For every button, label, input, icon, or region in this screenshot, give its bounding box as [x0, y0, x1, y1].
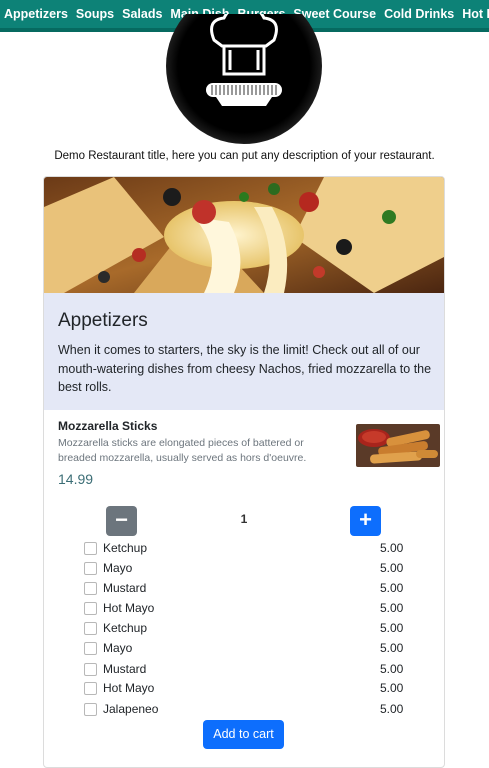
extra-price: 5.00: [380, 601, 404, 615]
item-name: Mozzarella Sticks: [58, 419, 158, 433]
extra-checkbox[interactable]: [84, 663, 97, 676]
extra-label: Mayo: [103, 641, 133, 655]
extra-checkbox[interactable]: [84, 642, 97, 655]
extra-price: 5.00: [380, 662, 404, 676]
extra-label: Mayo: [103, 561, 133, 575]
extra-checkbox[interactable]: [84, 582, 97, 595]
extra-label: Mustard: [103, 662, 147, 676]
decrease-quantity-button[interactable]: −: [106, 506, 137, 536]
item-image: [356, 424, 440, 467]
category-header: Appetizers When it comes to starters, th…: [44, 293, 444, 410]
extra-checkbox[interactable]: [84, 562, 97, 575]
add-to-cart-button[interactable]: Add to cart: [203, 720, 284, 749]
extra-price: 5.00: [380, 641, 404, 655]
extra-checkbox[interactable]: [84, 542, 97, 555]
extra-option[interactable]: Mustard 5.00: [44, 579, 444, 599]
item-description: Mozzarella sticks are elongated pieces o…: [58, 437, 307, 464]
increase-quantity-button[interactable]: +: [350, 506, 381, 536]
extra-label: Mustard: [103, 581, 147, 595]
restaurant-logo: [166, 14, 322, 144]
menu-card: Appetizers When it comes to starters, th…: [43, 176, 445, 768]
chef-hat-icon: [166, 14, 322, 144]
item-price: 14.99: [58, 471, 94, 487]
category-title: Appetizers: [58, 310, 148, 331]
extra-label: Jalapeneo: [103, 702, 159, 716]
extra-checkbox[interactable]: [84, 602, 97, 615]
extra-option[interactable]: Hot Mayo 5.00: [44, 599, 444, 619]
extra-price: 5.00: [380, 541, 404, 555]
nav-item-appetizers[interactable]: Appetizers: [0, 0, 72, 28]
extra-checkbox[interactable]: [84, 622, 97, 635]
extra-price: 5.00: [380, 621, 404, 635]
category-hero-image: [44, 177, 444, 293]
extra-label: Ketchup: [103, 621, 148, 635]
extra-option[interactable]: Ketchup 5.00: [44, 619, 444, 639]
extra-label: Hot Mayo: [103, 601, 155, 615]
extra-label: Hot Mayo: [103, 681, 155, 695]
extra-checkbox[interactable]: [84, 703, 97, 716]
nav-item-salads[interactable]: Salads: [118, 0, 166, 28]
extra-price: 5.00: [380, 561, 404, 575]
nav-item-hot-drinks[interactable]: Hot Drinks: [458, 0, 489, 28]
category-description: When it comes to starters, the sky is th…: [58, 343, 432, 394]
restaurant-description: Demo Restaurant title, here you can put …: [54, 150, 435, 162]
extra-option[interactable]: Mustard 5.00: [44, 660, 444, 680]
extra-price: 5.00: [380, 581, 404, 595]
extra-option[interactable]: Hot Mayo 5.00: [44, 679, 444, 699]
nav-item-soups[interactable]: Soups: [72, 0, 118, 28]
quantity-value: 1: [240, 512, 248, 526]
extra-option[interactable]: Mayo 5.00: [44, 559, 444, 579]
extra-option[interactable]: Ketchup 5.00: [44, 539, 444, 559]
nav-item-cold-drinks[interactable]: Cold Drinks: [380, 0, 458, 28]
extra-price: 5.00: [380, 702, 404, 716]
extra-label: Ketchup: [103, 541, 148, 555]
extra-option[interactable]: Mayo 5.00: [44, 639, 444, 659]
extra-option[interactable]: Jalapeneo 5.00: [44, 700, 444, 720]
extra-checkbox[interactable]: [84, 682, 97, 695]
extra-price: 5.00: [380, 681, 404, 695]
